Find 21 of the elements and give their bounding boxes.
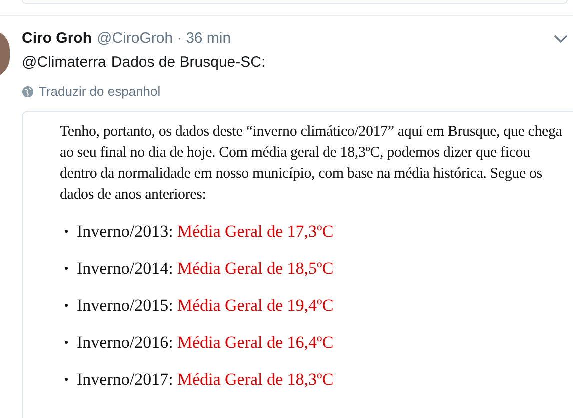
average-value: Média Geral de 17,3ºC xyxy=(177,222,334,242)
average-value: Média Geral de 16,4ºC xyxy=(177,332,334,352)
globe-icon xyxy=(22,86,34,98)
separator: · xyxy=(177,29,182,49)
winter-label: Inverno/2015: xyxy=(77,296,174,316)
chevron-down-icon[interactable] xyxy=(554,34,568,44)
average-value: Média Geral de 19,4ºC xyxy=(177,296,334,316)
user-handle[interactable]: @CiroGroh xyxy=(97,29,174,49)
tweet-text: Dados de Brusque-SC: xyxy=(111,53,266,73)
winter-label: Inverno/2013: xyxy=(77,222,174,242)
timestamp[interactable]: 36 min xyxy=(186,29,232,49)
embedded-image-card[interactable] xyxy=(22,110,573,418)
average-value: Média Geral de 18,5ºC xyxy=(177,258,334,278)
translate-link[interactable]: Traduzir do espanhol xyxy=(39,82,161,102)
mention-link[interactable]: @Climaterra xyxy=(22,53,106,73)
winter-label: Inverno/2014: xyxy=(77,258,174,278)
winter-label: Inverno/2016: xyxy=(77,332,174,352)
user-name[interactable]: Ciro Groh xyxy=(22,29,92,49)
average-value: Média Geral de 18,3ºC xyxy=(177,370,334,390)
winter-label: Inverno/2017: xyxy=(77,370,174,390)
article-paragraph: Tenho, portanto, os dados deste “inverno climático/2017” aqui em Brusque, que chega ao seu final no dia de hoje. Com média geral de 18,3ºC, podemos dizer que ficou dentro da normalidade em nosso município, com base na média histórica. Segue os dados de anos anteriores: xyxy=(60,122,564,204)
